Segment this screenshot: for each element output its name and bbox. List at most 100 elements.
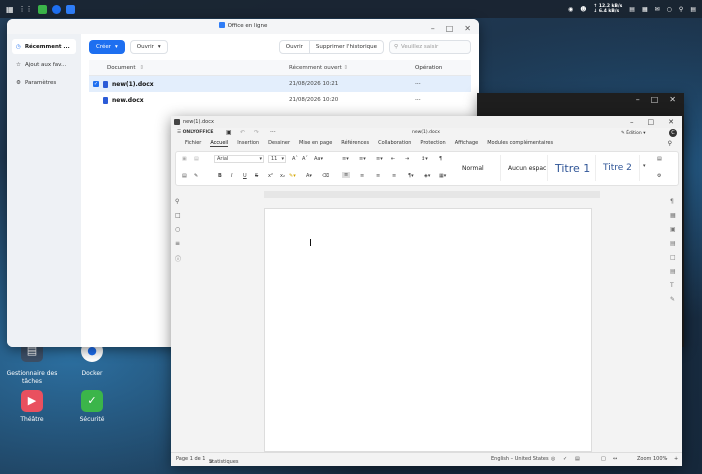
style-normal[interactable]: Normal [457, 155, 501, 181]
account-icon[interactable]: ○ [667, 6, 672, 13]
style-no-spacing[interactable]: Aucun espac [503, 155, 548, 181]
strikethrough-icon[interactable]: S [255, 173, 258, 179]
copy-icon[interactable]: ▣ [182, 156, 187, 162]
tab-insert[interactable]: Insertion [237, 140, 259, 146]
align-right-icon[interactable]: ≡ [376, 173, 380, 179]
signature-icon[interactable]: ✎ [670, 296, 675, 303]
superscript-icon[interactable]: x² [268, 173, 273, 179]
tab-collaboration[interactable]: Collaboration [378, 140, 411, 146]
tab-protection[interactable]: Protection [420, 140, 445, 146]
page-indicator[interactable]: Page 1 de 1 [176, 456, 206, 462]
style-settings-icon[interactable]: ⚙ [657, 173, 661, 179]
spellcheck-icon[interactable]: ✓ [563, 456, 567, 462]
search-icon[interactable]: ⚲ [668, 140, 672, 147]
maximize-icon[interactable]: □ [651, 95, 659, 104]
multilevel-icon[interactable]: ≡▾ [376, 156, 383, 162]
increase-font-icon[interactable]: Aˆ [292, 156, 298, 162]
horizontal-ruler[interactable] [264, 191, 600, 198]
tab-view[interactable]: Affichage [455, 140, 479, 146]
clear-format-icon[interactable]: ⌫ [322, 173, 329, 179]
bullets-icon[interactable]: ≡▾ [342, 156, 349, 162]
style-heading-1[interactable]: Titre 1 [550, 155, 596, 181]
info-icon[interactable]: ⓘ [175, 254, 181, 263]
subscript-icon[interactable]: x₂ [280, 173, 285, 179]
open-dropdown-button[interactable]: Ouvrir ▾ [129, 40, 168, 54]
text-art-icon[interactable]: T [670, 282, 674, 289]
font-name-select[interactable]: Arial ▾ [214, 155, 264, 163]
text-direction-icon[interactable]: ¶▾ [408, 173, 414, 179]
undo-icon[interactable]: ↶ [240, 129, 245, 136]
checkbox[interactable]: ✓ [93, 81, 99, 87]
maximize-icon[interactable]: □ [648, 116, 655, 128]
tab-file[interactable]: Fichier [185, 140, 201, 146]
column-recent[interactable]: Récemment ouvert ⇕ [289, 65, 415, 71]
user-icon[interactable]: ☻ [580, 6, 586, 13]
search-icon[interactable]: ⚲ [175, 198, 179, 205]
increase-indent-icon[interactable]: ⇥ [405, 156, 409, 162]
tab-layout[interactable]: Mise en page [299, 140, 332, 146]
edit-mode-button[interactable]: ✎ Édition ▾ [621, 131, 646, 136]
user-avatar[interactable]: C [669, 129, 677, 137]
track-changes-icon[interactable]: ▤ [575, 456, 580, 462]
layout-icon[interactable]: ▤ [690, 6, 696, 13]
fit-width-icon[interactable]: ↔ [613, 456, 617, 462]
chart-settings-icon[interactable]: ▤ [670, 268, 676, 275]
image-settings-icon[interactable]: ▣ [670, 226, 676, 233]
chart-icon[interactable]: ▤ [629, 6, 635, 13]
create-button[interactable]: Créer ▾ [89, 40, 125, 54]
more-button[interactable]: ··· [415, 81, 421, 88]
green-app-icon[interactable] [37, 4, 47, 14]
desktop-icon-security[interactable]: ✓ Sécurité [57, 390, 127, 424]
redo-icon[interactable]: ↷ [254, 129, 259, 136]
open-button[interactable]: Ouvrir [280, 41, 309, 53]
paste-icon[interactable]: ▤ [194, 156, 199, 162]
minimize-icon[interactable]: – [630, 116, 634, 128]
decrease-font-icon[interactable]: Aˇ [302, 156, 308, 162]
more-button[interactable]: ··· [415, 97, 421, 104]
notification-icon[interactable]: ✉ [655, 6, 660, 13]
sidebar-item-favorites[interactable]: ☆ Ajout aux fav... [12, 57, 76, 72]
close-icon[interactable]: ✕ [668, 116, 674, 128]
blue-circle-app-icon[interactable] [51, 4, 61, 14]
paragraph-mark-icon[interactable]: ¶ [439, 156, 442, 162]
change-case-icon[interactable]: Aa▾ [314, 156, 323, 162]
more-icon[interactable]: ··· [270, 129, 276, 136]
zoom-in-icon[interactable]: + [674, 456, 678, 462]
format-painter-icon[interactable]: ✎ [194, 173, 198, 179]
clear-history-button[interactable]: Supprimer l'historique [308, 41, 383, 53]
style-heading-2[interactable]: Titre 2 [598, 155, 640, 181]
column-document[interactable]: Document ⇕ [103, 65, 289, 71]
numbering-icon[interactable]: ≡▾ [359, 156, 366, 162]
tab-home[interactable]: Accueil [210, 140, 229, 147]
shading-icon[interactable]: ◈▾ [424, 173, 430, 179]
chat-icon[interactable]: ○ [175, 226, 180, 233]
paragraph-settings-icon[interactable]: ¶ [670, 198, 674, 205]
font-size-select[interactable]: 11 ▾ [268, 155, 286, 163]
apps-grid-icon[interactable]: ▦ [642, 6, 648, 13]
network-icon[interactable]: ◉ [568, 6, 573, 13]
search-input[interactable]: ⚲ Veuillez saisir [389, 40, 471, 54]
globe-icon[interactable]: ◎ [551, 456, 555, 462]
minimize-icon[interactable]: – [636, 95, 640, 104]
table-settings-icon[interactable]: ▦ [670, 212, 676, 219]
header-footer-icon[interactable]: ▤ [670, 240, 676, 247]
justify-icon[interactable]: ≡ [392, 173, 396, 179]
decrease-indent-icon[interactable]: ⇤ [391, 156, 395, 162]
grid-icon[interactable]: ▦ [6, 5, 14, 14]
close-icon[interactable]: ✕ [669, 95, 676, 104]
comments-icon[interactable]: □ [175, 212, 181, 219]
line-spacing-icon[interactable]: ↕▾ [421, 156, 428, 162]
apps-icon[interactable]: ⋮⋮ [19, 5, 33, 13]
clipboard-icon[interactable]: ▤ [182, 173, 187, 179]
save-icon[interactable]: ▣ [226, 129, 232, 136]
document-page[interactable] [264, 208, 592, 452]
shape-settings-icon[interactable]: □ [670, 254, 676, 261]
italic-icon[interactable]: I [231, 173, 232, 179]
borders-icon[interactable]: ▦▾ [439, 173, 446, 179]
highlight-icon[interactable]: ✎▾ [289, 173, 296, 179]
tab-draw[interactable]: Dessiner [268, 140, 290, 146]
underline-icon[interactable]: U [243, 173, 247, 179]
font-color-icon[interactable]: A▾ [306, 173, 312, 179]
tab-plugins[interactable]: Modules complémentaires [487, 140, 553, 146]
language-select[interactable]: English – United States [491, 456, 549, 462]
